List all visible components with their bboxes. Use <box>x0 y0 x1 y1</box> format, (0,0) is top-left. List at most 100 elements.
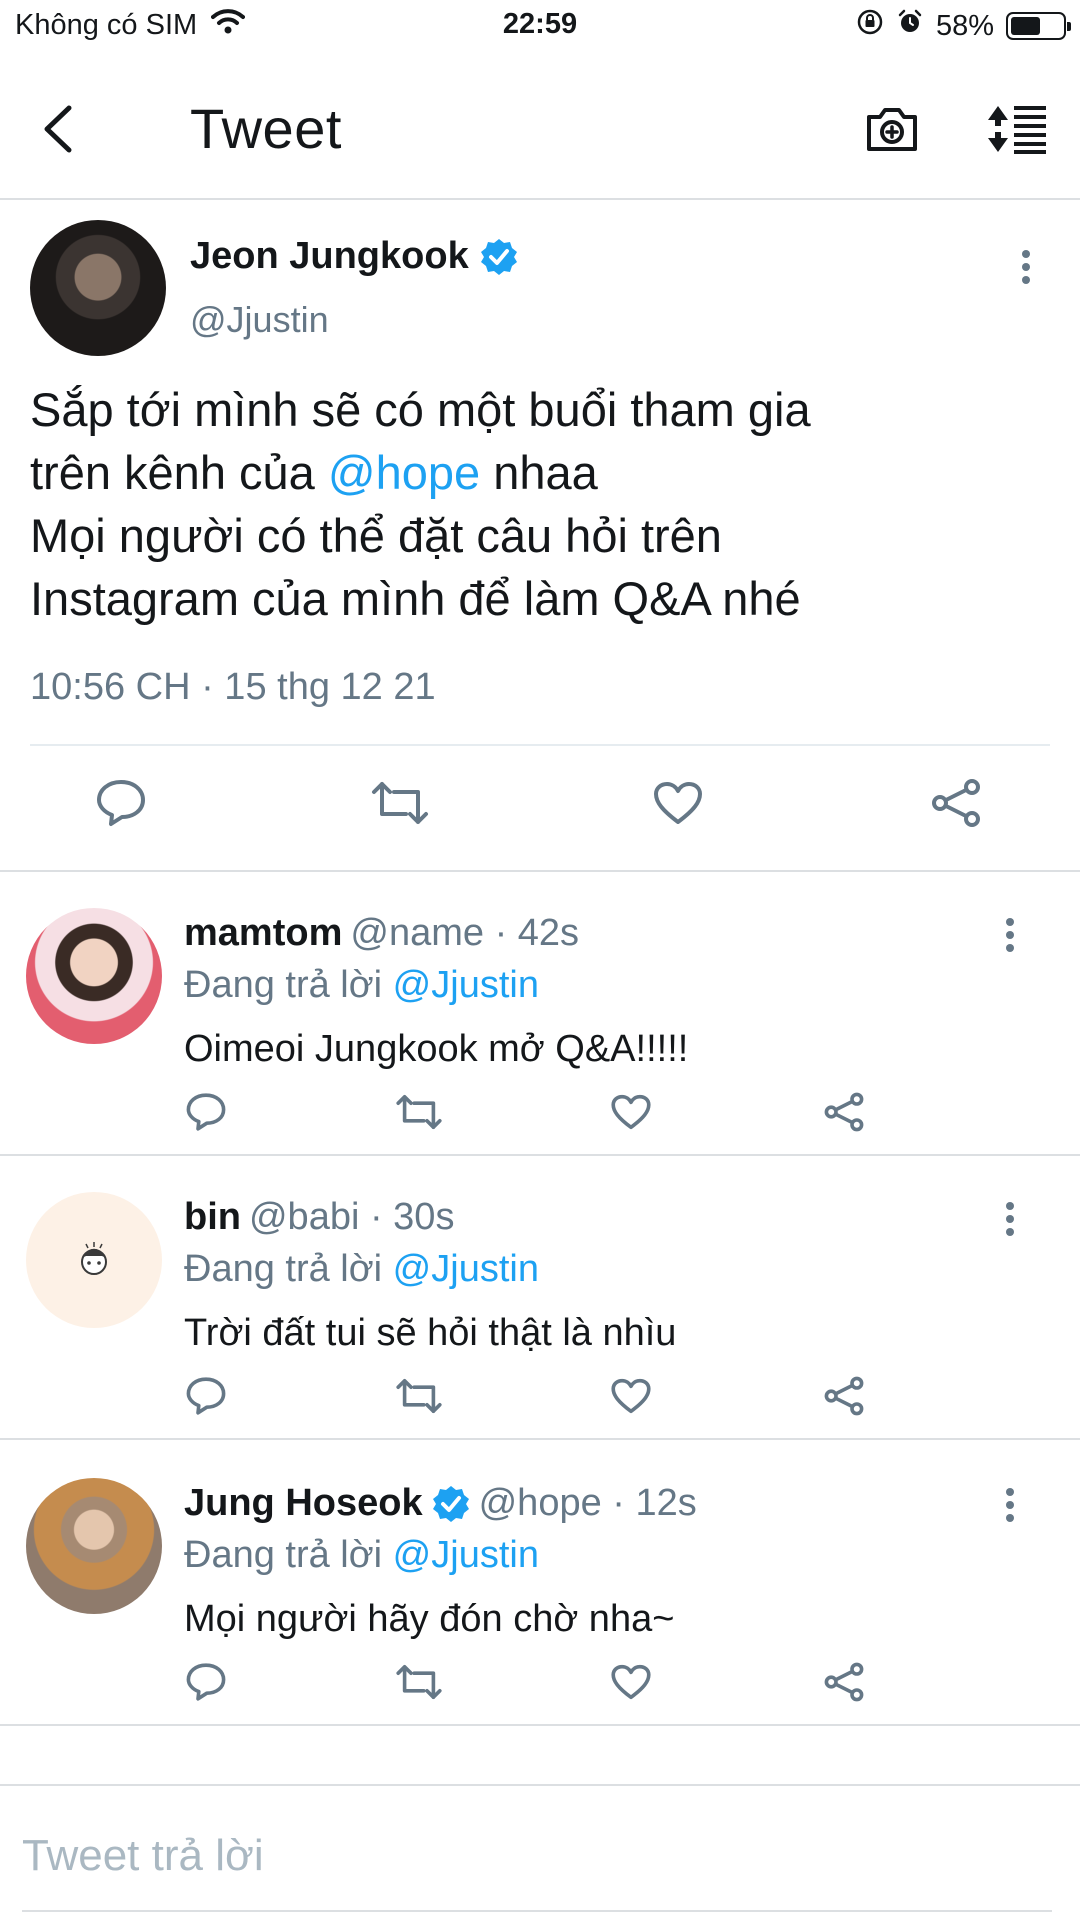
reply-meta: @babi · 30s <box>248 1196 455 1238</box>
mention-link[interactable]: @Jjustin <box>393 1534 539 1576</box>
reply-author-name[interactable]: mamtom <box>184 912 342 955</box>
like-button[interactable] <box>603 1084 659 1140</box>
share-button[interactable] <box>816 1654 872 1710</box>
battery-level <box>1011 17 1040 35</box>
reply-actions <box>0 1084 1080 1148</box>
replying-prefix: Đang trả lời <box>184 964 383 1006</box>
more-options-button[interactable] <box>992 910 1028 960</box>
reply-text: Mọi người hãy đón chờ nha~ <box>184 1598 675 1640</box>
battery-icon <box>1006 12 1071 40</box>
verified-badge-icon <box>432 1485 469 1522</box>
reply-tweet[interactable]: bin @babi · 30s Đang trả lời @Jjustin Tr… <box>0 1156 1080 1440</box>
tweet-timestamp: 10:56 CH · 15 thg 12 21 <box>30 666 436 708</box>
share-button[interactable] <box>816 1368 872 1424</box>
more-options-button[interactable] <box>1008 242 1044 292</box>
reply-author-name[interactable]: bin <box>184 1196 241 1239</box>
reply-actions <box>0 1368 1080 1432</box>
mention-link[interactable]: @hope <box>328 446 480 499</box>
heart-icon <box>611 1378 651 1414</box>
like-button[interactable] <box>603 1654 659 1710</box>
replying-to: Đang trả lời @Jjustin <box>184 1534 539 1577</box>
tweet-text-fragment: nhaa <box>493 446 598 499</box>
reply-meta: @name · 42s <box>350 912 580 954</box>
more-vertical-icon <box>1006 918 1014 952</box>
back-arrow-icon <box>44 105 72 153</box>
avatar[interactable] <box>26 908 162 1044</box>
tweet-text-line: trên kênh của @hope nhaa <box>30 441 1050 504</box>
status-right: 58% <box>856 8 1071 44</box>
camera-button[interactable] <box>862 94 922 164</box>
reply-meta: @hope · 12s <box>478 1482 697 1524</box>
retweet-icon <box>396 1095 442 1129</box>
share-button[interactable] <box>921 768 991 838</box>
reply-button[interactable] <box>178 1368 234 1424</box>
cartoon-face-icon <box>81 1242 107 1275</box>
reply-tweet[interactable]: mamtom @name · 42s Đang trả lời @Jjustin… <box>0 872 1080 1156</box>
retweet-button[interactable] <box>391 1654 447 1710</box>
reply-button[interactable] <box>86 768 156 838</box>
replying-to: Đang trả lời @Jjustin <box>184 1248 539 1291</box>
more-vertical-icon <box>1006 1202 1014 1236</box>
reply-icon <box>186 1093 226 1131</box>
mention-link[interactable]: @Jjustin <box>393 1248 539 1290</box>
reply-input-underline <box>22 1910 1052 1912</box>
top-bar: Tweet <box>0 54 1080 200</box>
author-handle[interactable]: @Jjustin <box>190 299 329 341</box>
reply-actions <box>0 1654 1080 1718</box>
sort-icon <box>988 106 1046 154</box>
mention-link[interactable]: @Jjustin <box>393 964 539 1006</box>
reply-input[interactable] <box>22 1816 1052 1896</box>
author-name[interactable]: Jeon Jungkook <box>190 235 519 278</box>
reply-icon <box>186 1377 226 1415</box>
reply-header: Jung Hoseok @hope · 12s <box>184 1482 697 1525</box>
reply-header: bin @babi · 30s <box>184 1196 454 1239</box>
tweet-text: Sắp tới mình sẽ có một buổi tham gia trê… <box>30 378 1050 630</box>
share-icon <box>824 1376 864 1416</box>
reply-header: mamtom @name · 42s <box>184 912 579 955</box>
tweet-text-line: Mọi người có thể đặt câu hỏi trên <box>30 509 722 562</box>
reply-icon <box>97 780 145 826</box>
avatar[interactable] <box>30 220 166 356</box>
reply-icon <box>186 1663 226 1701</box>
avatar[interactable] <box>26 1478 162 1614</box>
like-button[interactable] <box>603 1368 659 1424</box>
heart-icon <box>611 1664 651 1700</box>
share-icon <box>932 779 980 827</box>
retweet-icon <box>396 1665 442 1699</box>
avatar[interactable] <box>26 1192 162 1328</box>
divider <box>30 744 1050 746</box>
back-button[interactable] <box>28 94 88 164</box>
more-options-button[interactable] <box>992 1480 1028 1530</box>
tweet-text-line: Sắp tới mình sẽ có một buổi tham gia <box>30 383 811 436</box>
tweet-text-fragment: trên kênh của <box>30 446 315 499</box>
share-icon <box>824 1662 864 1702</box>
reply-author-name[interactable]: Jung Hoseok <box>184 1482 423 1525</box>
reply-button[interactable] <box>178 1654 234 1710</box>
heart-icon <box>611 1094 651 1130</box>
reply-button[interactable] <box>178 1084 234 1140</box>
reply-composer <box>0 1784 1080 1920</box>
retweet-icon <box>396 1379 442 1413</box>
battery-percent: 58% <box>935 9 994 42</box>
retweet-button[interactable] <box>391 1368 447 1424</box>
camera-icon <box>867 108 917 151</box>
more-vertical-icon <box>1022 250 1030 284</box>
retweet-button[interactable] <box>365 768 435 838</box>
heart-icon <box>654 782 702 824</box>
more-options-button[interactable] <box>992 1194 1028 1244</box>
replying-prefix: Đang trả lời <box>184 1534 383 1576</box>
author-name-text: Jeon Jungkook <box>190 235 469 277</box>
orientation-lock-icon <box>856 8 884 44</box>
tweet-text-line: Instagram của mình để làm Q&A nhé <box>30 572 801 625</box>
more-vertical-icon <box>1006 1488 1014 1522</box>
reply-text: Trời đất tui sẽ hỏi thật là nhìu <box>184 1312 677 1354</box>
reply-tweet[interactable]: Jung Hoseok @hope · 12s Đang trả lời @Jj… <box>0 1442 1080 1726</box>
replying-to: Đang trả lời @Jjustin <box>184 964 539 1007</box>
share-button[interactable] <box>816 1084 872 1140</box>
sort-button[interactable] <box>982 94 1052 164</box>
share-icon <box>824 1092 864 1132</box>
reply-text: Oimeoi Jungkook mở Q&A!!!!! <box>184 1028 689 1070</box>
retweet-button[interactable] <box>391 1084 447 1140</box>
tweet-actions <box>0 768 1080 848</box>
like-button[interactable] <box>643 768 713 838</box>
